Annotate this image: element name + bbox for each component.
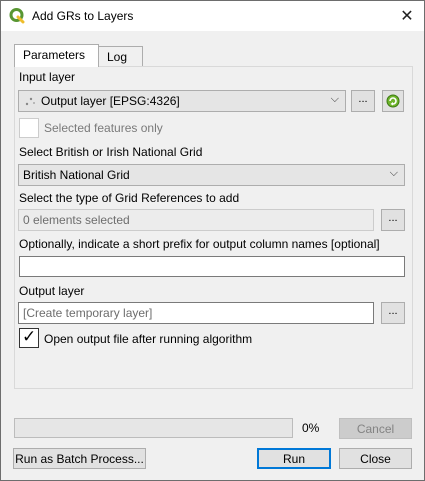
- checkmark-icon: ✓: [22, 327, 37, 346]
- output-layer-browse-button[interactable]: ...: [381, 302, 405, 324]
- run-button[interactable]: Run: [257, 448, 331, 469]
- input-layer-combobox[interactable]: Output layer [EPSG:4326] ⌵: [18, 90, 346, 112]
- chevron-down-icon: ⌵: [330, 93, 339, 105]
- grid-type-field[interactable]: 0 elements selected: [18, 209, 374, 231]
- input-layer-value: Output layer [EPSG:4326]: [41, 94, 180, 108]
- grid-label: Select British or Irish National Grid: [19, 145, 203, 159]
- grid-type-value: 0 elements selected: [23, 213, 130, 227]
- iterate-button[interactable]: [382, 90, 404, 112]
- title-bar: Add GRs to Layers ✕: [1, 1, 424, 31]
- close-icon: ✕: [400, 8, 414, 25]
- tab-log[interactable]: Log: [98, 46, 143, 66]
- open-output-checkbox[interactable]: ✓: [19, 327, 39, 348]
- qgis-logo-icon: [9, 8, 25, 24]
- prefix-label: Optionally, indicate a short prefix for …: [19, 237, 380, 251]
- output-layer-placeholder: [Create temporary layer]: [23, 306, 153, 320]
- point-layer-icon: [25, 97, 35, 106]
- window-close-button[interactable]: ✕: [390, 1, 424, 31]
- progress-percent: 0%: [302, 421, 320, 435]
- open-output-label: Open output file after running algorithm: [44, 332, 253, 346]
- grid-type-browse-button[interactable]: ...: [381, 209, 405, 231]
- progress-bar: [14, 418, 293, 438]
- prefix-input[interactable]: [19, 256, 405, 277]
- input-layer-label: Input layer: [19, 70, 76, 84]
- output-layer-label: Output layer: [19, 284, 85, 298]
- tab-parameters[interactable]: Parameters: [14, 44, 99, 67]
- dialog-window: Add GRs to Layers ✕ Parameters Log Input…: [0, 0, 425, 481]
- chevron-down-icon: ⌵: [389, 167, 398, 179]
- close-button[interactable]: Close: [339, 448, 412, 469]
- iterate-green-arrow-icon: [386, 94, 400, 108]
- output-layer-input[interactable]: [Create temporary layer]: [18, 302, 374, 324]
- input-layer-browse-button[interactable]: ...: [351, 90, 375, 112]
- window-title: Add GRs to Layers: [32, 9, 134, 23]
- selected-features-only-checkbox[interactable]: [19, 118, 39, 138]
- grid-select[interactable]: British National Grid ⌵: [18, 164, 405, 186]
- run-batch-button[interactable]: Run as Batch Process...: [13, 448, 146, 469]
- grid-type-label: Select the type of Grid References to ad…: [19, 191, 240, 205]
- selected-features-only-label: Selected features only: [44, 121, 163, 135]
- grid-select-value: British National Grid: [23, 168, 130, 182]
- cancel-button[interactable]: Cancel: [339, 418, 412, 439]
